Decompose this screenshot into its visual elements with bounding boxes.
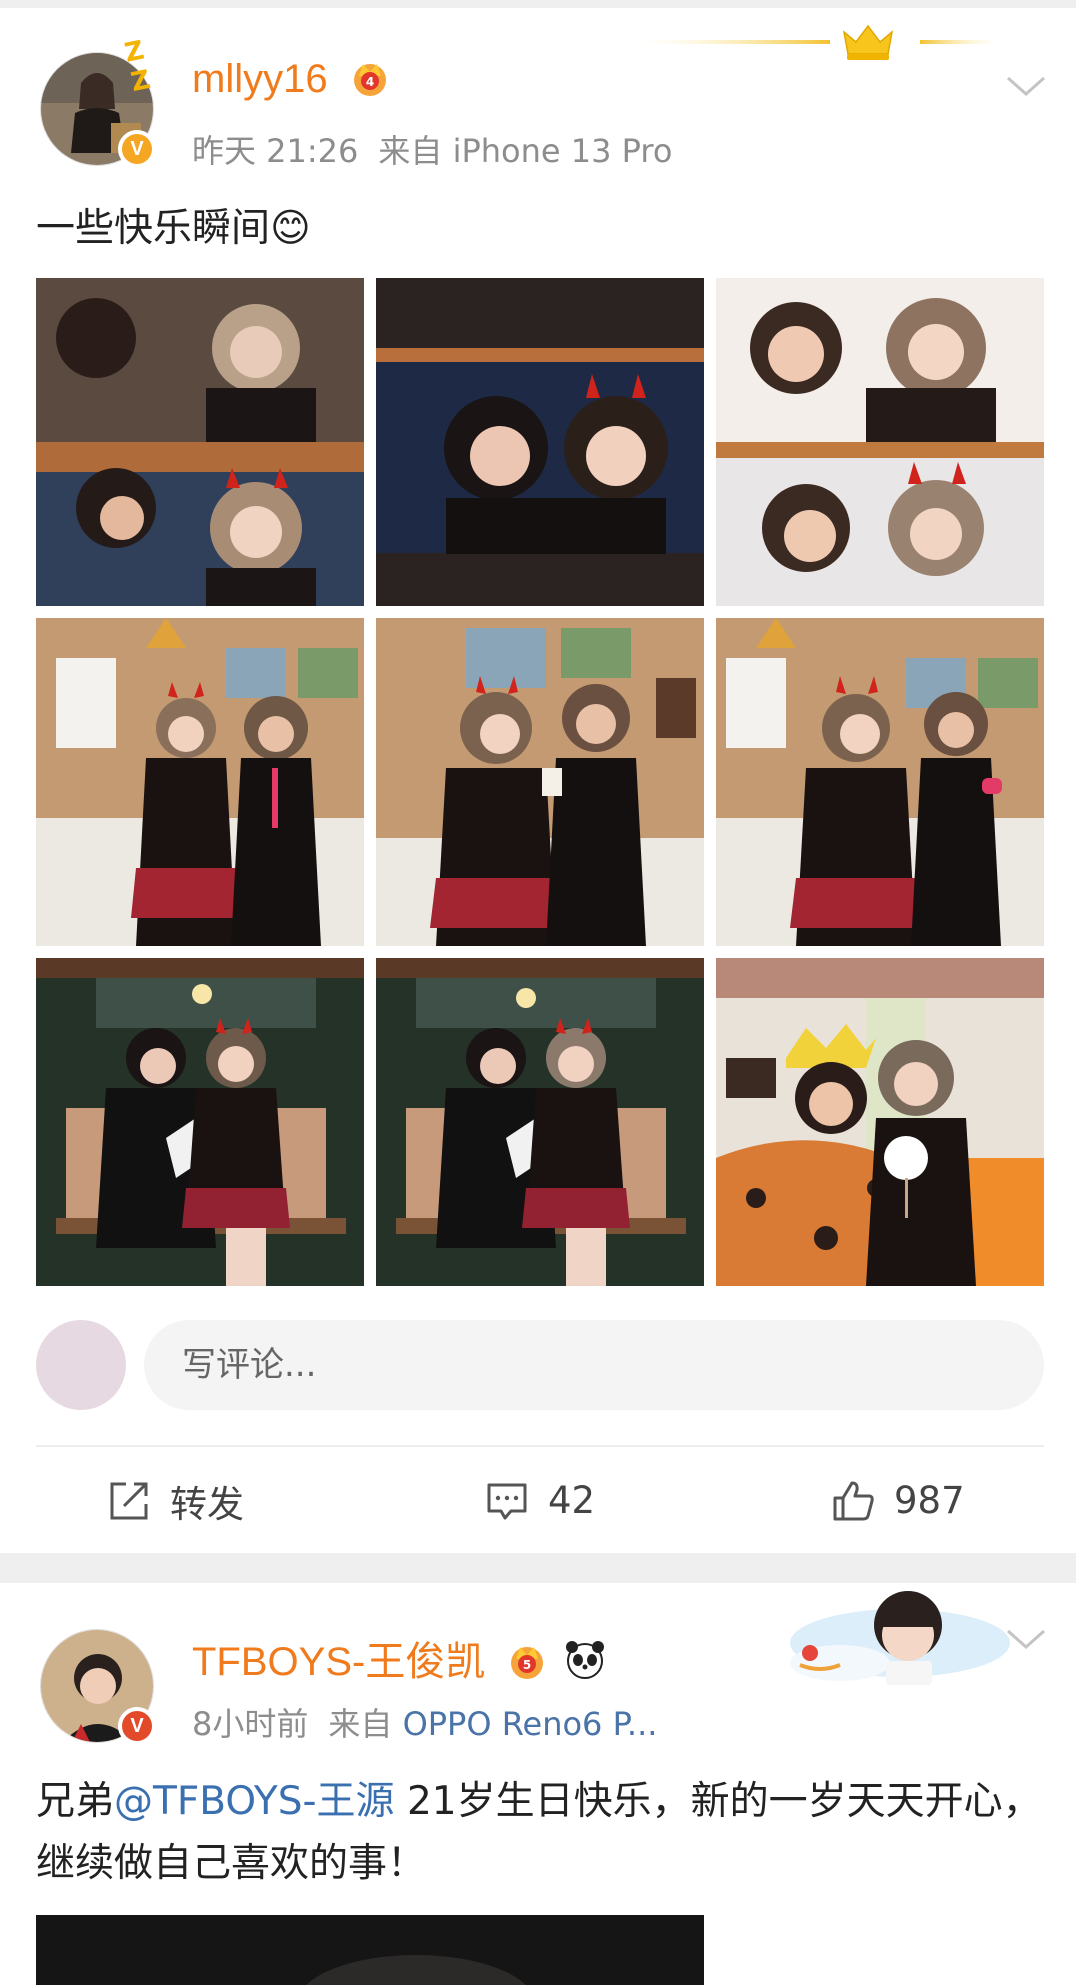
svg-text:4: 4 — [366, 75, 374, 89]
photo-thumbnail-8[interactable] — [376, 958, 704, 1286]
mention-link[interactable]: @TFBOYS-王源 — [114, 1779, 395, 1824]
card-decoration — [790, 1591, 1010, 1685]
post-text: 兄弟@TFBOYS-王源 21岁生日快乐，新的一岁天天开心，继续做自己喜欢的事！ — [36, 1779, 1042, 1886]
top-separator — [0, 0, 1076, 8]
my-avatar[interactable] — [36, 1320, 126, 1410]
crown-icon: 5 — [511, 1647, 544, 1679]
photo-thumbnail-7[interactable] — [36, 958, 364, 1286]
post-meta: 昨天 21:26 来自 iPhone 13 Pro — [192, 126, 672, 172]
photo-thumbnail-6[interactable] — [716, 618, 1044, 946]
avatar[interactable]: V — [40, 1629, 156, 1745]
post-source-prefix: 来自 — [328, 1705, 393, 1743]
post-time: 昨天 21:26 — [192, 132, 359, 170]
comment-icon — [487, 1483, 527, 1519]
username[interactable]: mllyy16 4 — [192, 56, 391, 102]
post-source: 来自 iPhone 13 Pro — [378, 132, 673, 170]
avatar[interactable]: V Z Z — [40, 37, 156, 168]
feed-post[interactable]: V Z Z mllyy16 4 昨天 21:26 来自 iPhone 13 Pro… — [0, 8, 1076, 1553]
photo-thumbnail-1[interactable] — [36, 278, 364, 606]
panda-icon — [565, 1641, 604, 1679]
repost-icon — [110, 1482, 148, 1519]
like-count: 987 — [894, 1479, 965, 1522]
comment-button[interactable]: 42 — [484, 1448, 595, 1553]
post-separator — [0, 1553, 1076, 1583]
photo-thumbnail-4[interactable] — [36, 618, 364, 946]
post-meta: 8小时前 来自 OPPO Reno6 P... — [192, 1699, 657, 1745]
post-source-device[interactable]: OPPO Reno6 P... — [403, 1705, 658, 1743]
comment-row: 写评论... — [36, 1320, 1044, 1410]
verified-icon: V — [118, 1707, 156, 1745]
post-time: 8小时前 — [192, 1705, 309, 1743]
photo-thumbnail[interactable] — [36, 1915, 704, 1985]
photo-thumbnail-9[interactable] — [716, 958, 1044, 1286]
crown-icon: 4 — [353, 64, 386, 96]
divider — [36, 1445, 1044, 1447]
chevron-down-icon[interactable] — [1004, 1617, 1048, 1661]
photo-thumbnail-2[interactable] — [376, 278, 704, 606]
feed-post[interactable]: V TFBOYS-王俊凯 5 8小时前 来自 OPPO Reno6 P... 兄弟… — [0, 1583, 1076, 1985]
post-text: 一些快乐瞬间😊 — [36, 206, 311, 251]
action-bar: 转发 42 987 — [0, 1448, 1076, 1553]
crown-banner-decoration — [640, 24, 1000, 60]
repost-button[interactable]: 转发 — [106, 1448, 244, 1553]
svg-text:5: 5 — [523, 1658, 531, 1672]
like-icon — [833, 1481, 874, 1520]
chevron-down-icon[interactable] — [1004, 64, 1048, 108]
repost-label: 转发 — [170, 1482, 244, 1526]
comment-count: 42 — [548, 1479, 596, 1522]
photo-thumbnail-5[interactable] — [376, 618, 704, 946]
verified-icon: V — [118, 130, 156, 168]
username[interactable]: TFBOYS-王俊凯 5 — [192, 1629, 606, 1687]
comment-input[interactable]: 写评论... — [144, 1320, 1044, 1410]
photo-thumbnail-3[interactable] — [716, 278, 1044, 606]
like-button[interactable]: 987 — [830, 1448, 965, 1553]
